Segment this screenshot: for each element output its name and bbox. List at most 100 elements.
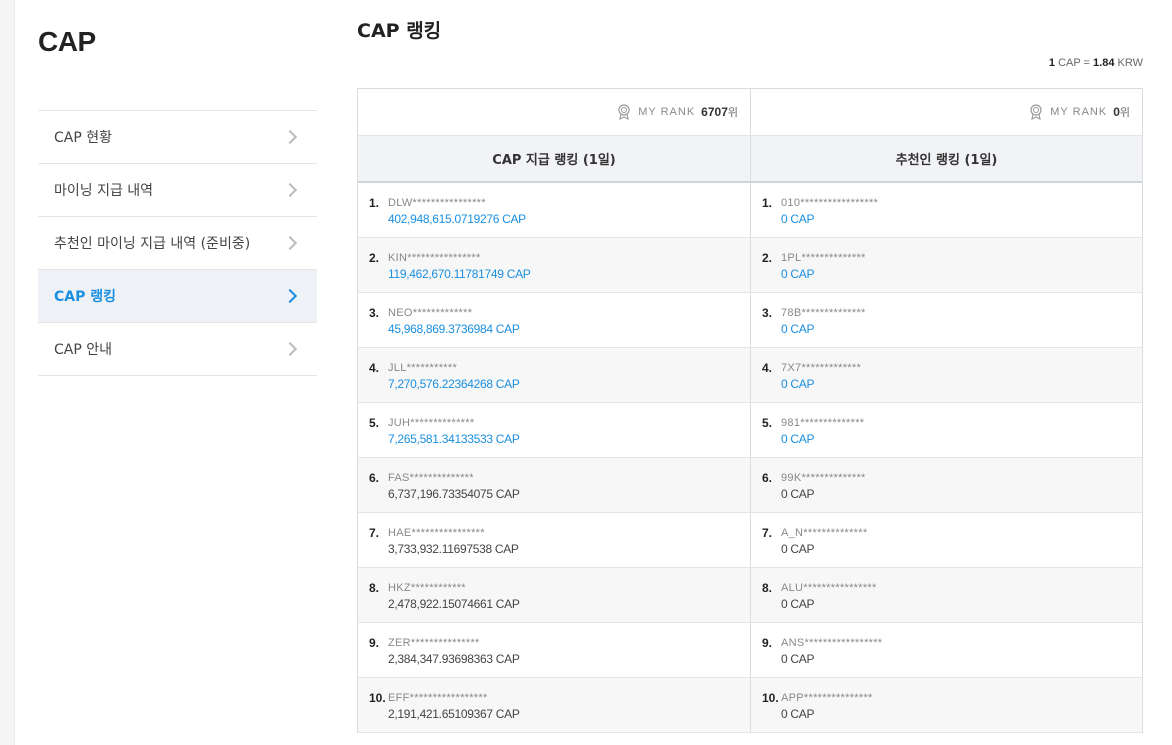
rank-amount: 0 CAP xyxy=(781,707,815,721)
rank-number: 9. xyxy=(762,636,773,650)
rank-number: 4. xyxy=(762,361,773,375)
referral-ranking-entry: 5. 981************** 0 CAP xyxy=(750,403,1142,457)
rank-user-id: DLW**************** xyxy=(388,197,486,209)
sidebar-item-cap-status[interactable]: CAP 현황 xyxy=(38,111,317,164)
rank-user-id: JUH************** xyxy=(388,417,475,429)
my-rank-suffix: 위 xyxy=(1119,107,1130,119)
rank-number: 1. xyxy=(762,196,773,210)
rank-user-id: HAE**************** xyxy=(388,527,485,539)
medal-icon xyxy=(618,104,630,120)
rank-amount: 402,948,615.0719276 CAP xyxy=(388,212,526,226)
rank-user-id: HKZ************ xyxy=(388,582,466,594)
table-row: 9. ZER*************** 2,384,347.93698363 C… xyxy=(358,623,1142,678)
referral-ranking-entry: 4. 7X7************* 0 CAP xyxy=(750,348,1142,402)
table-row: 3. NEO************* 45,968,869.3736984 CAP… xyxy=(358,293,1142,348)
rank-amount: 7,270,576.22364268 CAP xyxy=(388,377,520,391)
sidebar-item-label: CAP 안내 xyxy=(54,342,113,358)
cap-ranking-entry: 7. HAE**************** 3,733,932.11697538 … xyxy=(358,513,750,567)
sidebar-item-mining-history[interactable]: 마이닝 지급 내역 xyxy=(38,164,317,217)
table-row: 8. HKZ************ 2,478,922.15074661 CAP 8… xyxy=(358,568,1142,623)
my-rank-value: 0 xyxy=(1113,105,1120,119)
ranking-rows: 1. DLW**************** 402,948,615.0719276… xyxy=(358,183,1142,733)
rate-krw-amount: 1.84 xyxy=(1093,57,1115,69)
rank-amount: 2,191,421.65109367 CAP xyxy=(388,707,520,721)
rank-amount: 45,968,869.3736984 CAP xyxy=(388,322,520,336)
rank-number: 5. xyxy=(369,416,380,430)
rate-krw-unit: KRW xyxy=(1117,57,1143,69)
cap-ranking-entry: 3. NEO************* 45,968,869.3736984 CAP xyxy=(358,293,750,347)
table-row: 10. EFF***************** 2,191,421.6510936… xyxy=(358,678,1142,733)
rank-amount: 0 CAP xyxy=(781,487,815,501)
cap-ranking-entry: 6. FAS************** 6,737,196.73354075 CA… xyxy=(358,458,750,512)
rank-amount: 3,733,932.11697538 CAP xyxy=(388,542,519,556)
sidebar-item-label: 마이닝 지급 내역 xyxy=(54,183,154,199)
referral-ranking-entry: 1. 010***************** 0 CAP xyxy=(750,183,1142,237)
table-row: 2. KIN**************** 119,462,670.1178174… xyxy=(358,238,1142,293)
table-row: 5. JUH************** 7,265,581.34133533 CA… xyxy=(358,403,1142,458)
rank-number: 10. xyxy=(762,691,779,705)
referral-ranking-entry: 9. ANS***************** 0 CAP xyxy=(750,623,1142,677)
rank-user-id: 78B************** xyxy=(781,307,866,319)
rank-user-id: APP*************** xyxy=(781,692,873,704)
cap-ranking-entry: 10. EFF***************** 2,191,421.6510936… xyxy=(358,678,750,732)
chevron-right-icon xyxy=(282,129,298,145)
referral-ranking-header: 추천인 랭킹 (1일) xyxy=(750,136,1142,181)
sidebar-menu: CAP 현황 마이닝 지급 내역 추천인 마이닝 지급 내역 (준비중) CAP… xyxy=(38,110,317,376)
rank-user-id: 010***************** xyxy=(781,197,879,209)
referral-ranking-entry: 8. ALU**************** 0 CAP xyxy=(750,568,1142,622)
rank-number: 8. xyxy=(369,581,380,595)
rank-number: 2. xyxy=(369,251,380,265)
my-rank-suffix: 위 xyxy=(727,107,738,119)
my-rank-cell-left: MY RANK 6707 위 xyxy=(358,89,750,135)
table-row: 7. HAE**************** 3,733,932.11697538 … xyxy=(358,513,1142,568)
sidebar-item-label: CAP 현황 xyxy=(54,130,113,146)
rank-number: 3. xyxy=(369,306,380,320)
rank-amount: 0 CAP xyxy=(781,212,815,226)
table-row: 4. JLL*********** 7,270,576.22364268 CAP 4.… xyxy=(358,348,1142,403)
rank-amount: 0 CAP xyxy=(781,597,815,611)
rank-amount: 2,384,347.93698363 CAP xyxy=(388,652,520,666)
cap-ranking-entry: 2. KIN**************** 119,462,670.1178174… xyxy=(358,238,750,292)
left-edge-bar xyxy=(0,0,15,745)
rank-number: 7. xyxy=(762,526,773,540)
rank-amount: 6,737,196.73354075 CAP xyxy=(388,487,520,501)
rank-user-id: 1PL************** xyxy=(781,252,866,264)
my-rank-label: MY RANK xyxy=(1050,106,1108,118)
my-rank-row: MY RANK 6707 위 MY RANK 0 위 xyxy=(358,89,1142,136)
chevron-right-icon xyxy=(282,341,298,357)
rank-number: 10. xyxy=(369,691,386,705)
sidebar-item-referral-mining-history[interactable]: 추천인 마이닝 지급 내역 (준비중) xyxy=(38,217,317,270)
sidebar-title: CAP xyxy=(38,26,96,57)
table-row: 1. DLW**************** 402,948,615.0719276… xyxy=(358,183,1142,238)
rank-amount: 0 CAP xyxy=(781,267,815,281)
rank-amount: 7,265,581.34133533 CAP xyxy=(388,432,520,446)
chevron-right-icon xyxy=(282,235,298,251)
referral-ranking-entry: 3. 78B************** 0 CAP xyxy=(750,293,1142,347)
rank-user-id: FAS************** xyxy=(388,472,474,484)
rank-number: 1. xyxy=(369,196,380,210)
rank-user-id: A_N************** xyxy=(781,527,868,539)
rank-number: 6. xyxy=(369,471,380,485)
cap-ranking-entry: 8. HKZ************ 2,478,922.15074661 CAP xyxy=(358,568,750,622)
rank-amount: 0 CAP xyxy=(781,542,815,556)
rate-cap-unit: CAP = xyxy=(1058,57,1090,69)
rank-number: 3. xyxy=(762,306,773,320)
rank-amount: 2,478,922.15074661 CAP xyxy=(388,597,520,611)
referral-ranking-entry: 6. 99K************** 0 CAP xyxy=(750,458,1142,512)
rank-amount: 0 CAP xyxy=(781,432,815,446)
my-rank-cell-right: MY RANK 0 위 xyxy=(750,89,1142,135)
rank-user-id: 981************** xyxy=(781,417,865,429)
referral-ranking-entry: 10. APP*************** 0 CAP xyxy=(750,678,1142,732)
rank-amount: 0 CAP xyxy=(781,377,815,391)
sidebar-item-cap-ranking[interactable]: CAP 랭킹 xyxy=(38,270,317,323)
rank-number: 6. xyxy=(762,471,773,485)
chevron-right-icon xyxy=(282,182,298,198)
sidebar-item-cap-guide[interactable]: CAP 안내 xyxy=(38,323,317,376)
rate-cap-amount: 1 xyxy=(1048,57,1056,69)
exchange-rate: 1 CAP = 1.84 KRW xyxy=(1049,57,1143,69)
cap-ranking-header: CAP 지급 랭킹 (1일) xyxy=(492,153,616,168)
ranking-table: MY RANK 6707 위 MY RANK 0 위 CAP 지급 랭킹 (1일… xyxy=(357,88,1143,733)
rank-amount: 0 CAP xyxy=(781,652,815,666)
rank-number: 4. xyxy=(369,361,380,375)
rank-amount: 119,462,670.11781749 CAP xyxy=(388,267,531,281)
